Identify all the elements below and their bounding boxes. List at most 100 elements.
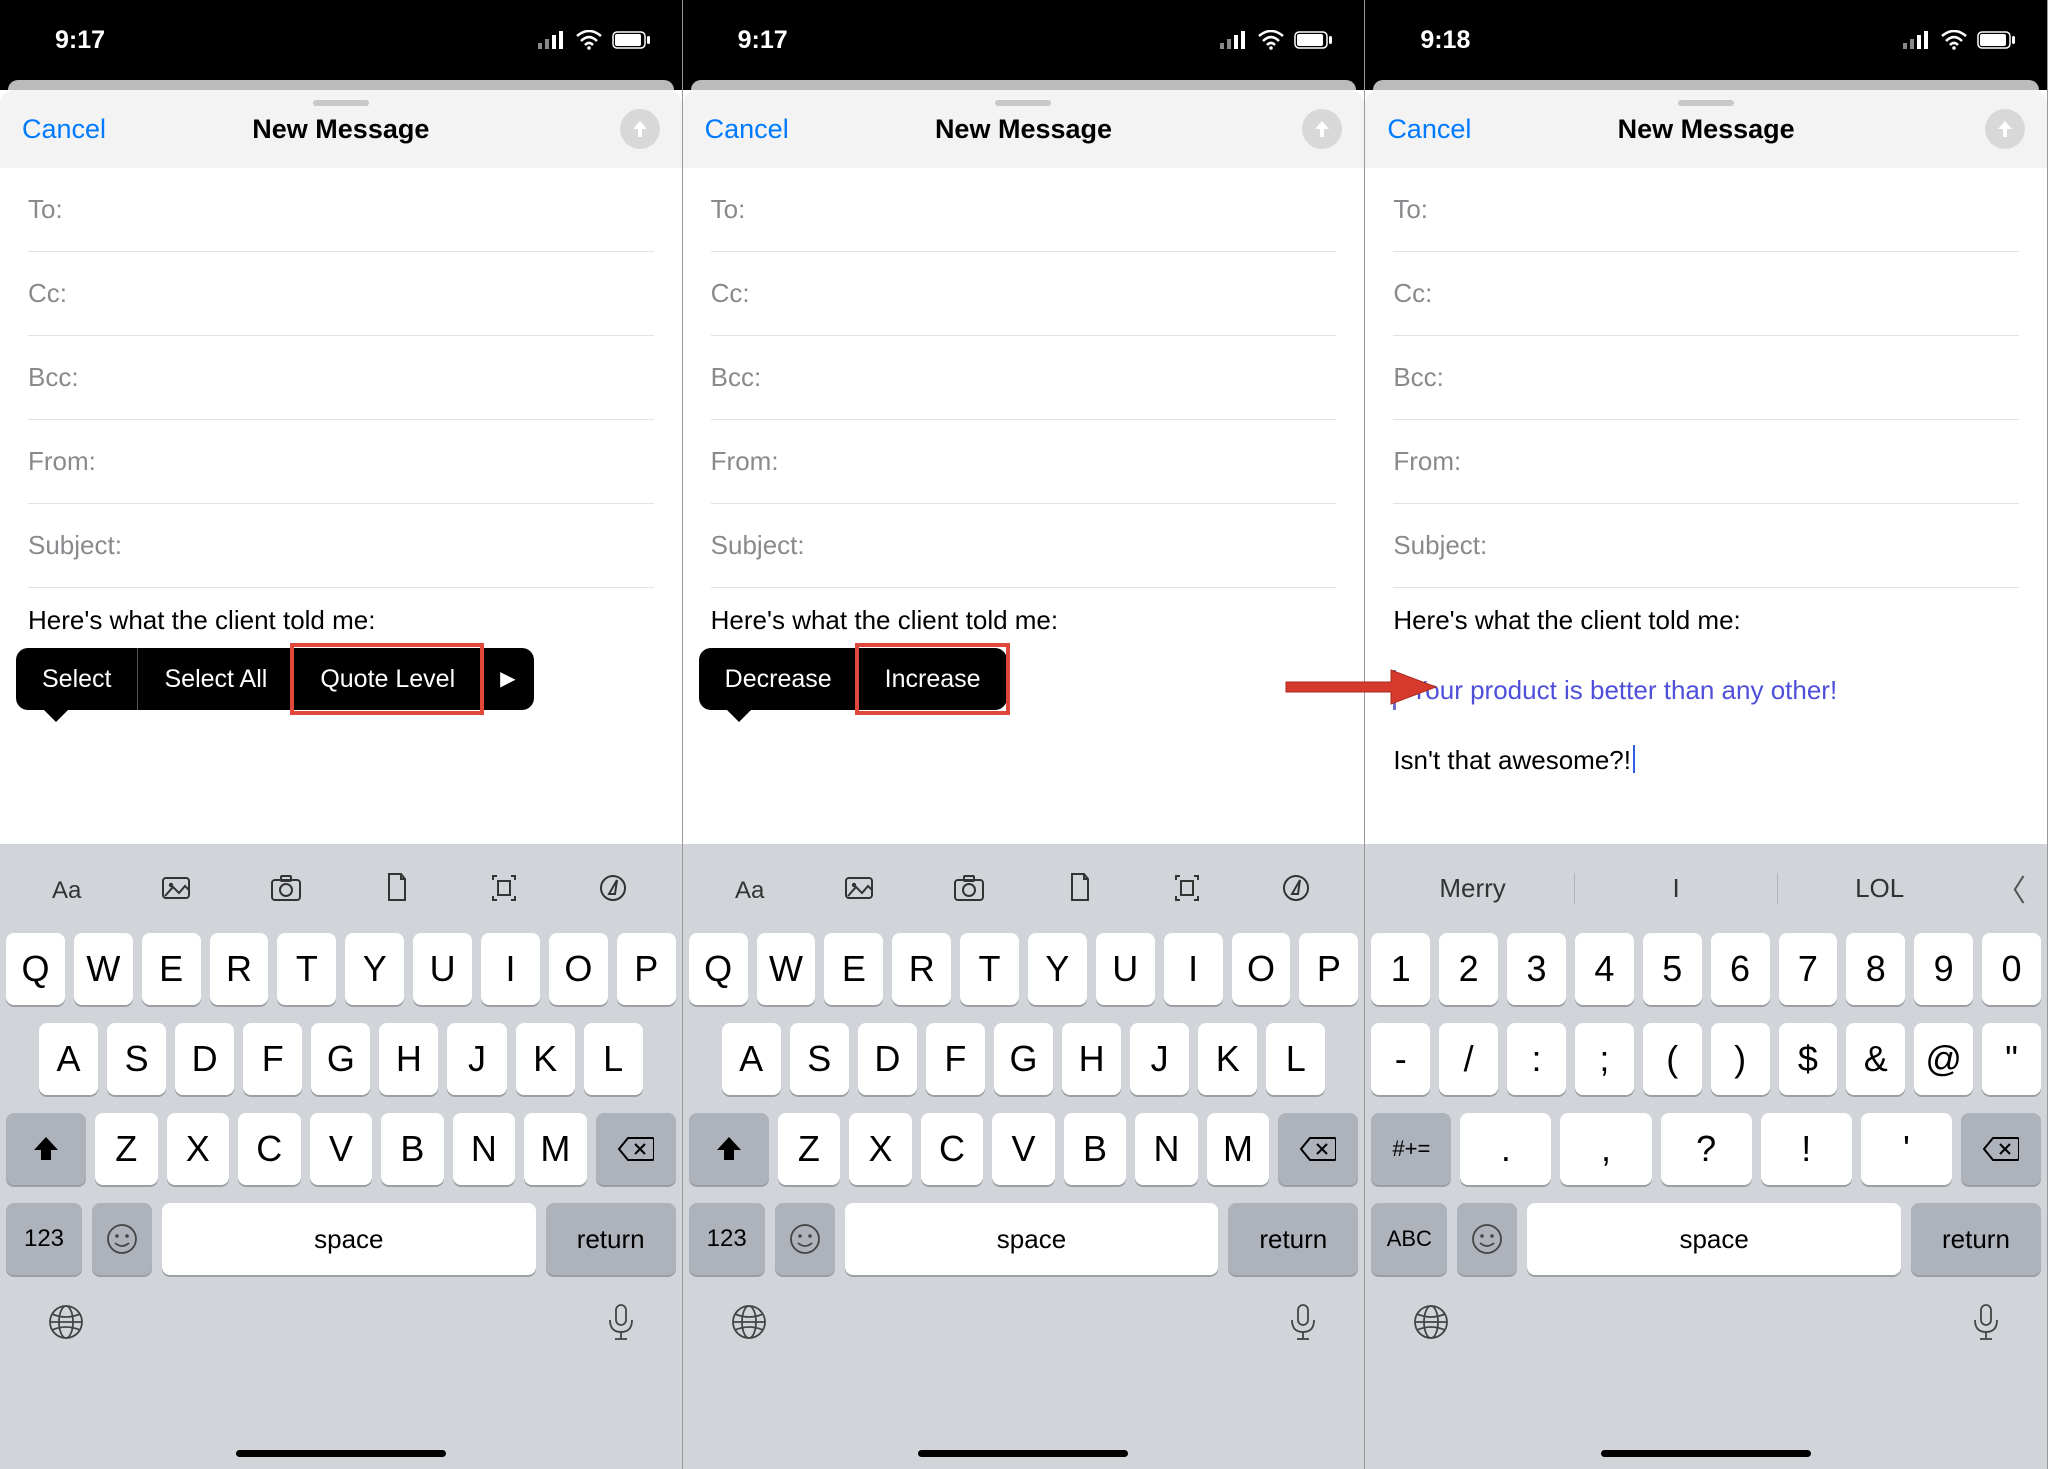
popup-item-decrease[interactable]: Decrease xyxy=(699,648,858,710)
to-field[interactable]: To: xyxy=(28,168,654,252)
key-9[interactable]: 9 xyxy=(1914,933,1973,1005)
body-text-line[interactable]: Here's what the client told me: xyxy=(711,600,1337,640)
shift-key[interactable] xyxy=(689,1113,769,1185)
key-Q[interactable]: Q xyxy=(689,933,748,1005)
popup-item-increase[interactable]: Increase xyxy=(858,648,1007,710)
key-D[interactable]: D xyxy=(175,1023,234,1095)
key-O[interactable]: O xyxy=(1232,933,1291,1005)
from-field[interactable]: From: xyxy=(1393,420,2019,504)
return-key[interactable]: return xyxy=(1911,1203,2041,1275)
key-N[interactable]: N xyxy=(1135,1113,1198,1185)
globe-icon[interactable] xyxy=(46,1302,86,1342)
sheet-grabber-icon[interactable] xyxy=(313,100,369,106)
chevron-left-icon[interactable]: 〈 xyxy=(1981,866,2041,910)
cancel-button[interactable]: Cancel xyxy=(22,114,106,145)
key-&[interactable]: & xyxy=(1846,1023,1905,1095)
key-:[interactable]: : xyxy=(1507,1023,1566,1095)
numeric-switch-key[interactable]: 123 xyxy=(689,1203,765,1275)
quote-content[interactable]: Your product is better than any other! xyxy=(1410,675,1837,705)
key-L[interactable]: L xyxy=(1266,1023,1325,1095)
scan-document-icon[interactable] xyxy=(479,863,529,913)
key-U[interactable]: U xyxy=(1096,933,1155,1005)
key-quote[interactable]: " xyxy=(1982,1023,2041,1095)
key-8[interactable]: 8 xyxy=(1846,933,1905,1005)
key-4[interactable]: 4 xyxy=(1575,933,1634,1005)
suggestion-LOL[interactable]: LOL xyxy=(1777,873,1981,904)
popup-more-icon[interactable]: ▶ xyxy=(481,659,533,699)
key-W[interactable]: W xyxy=(74,933,133,1005)
key-D[interactable]: D xyxy=(858,1023,917,1095)
key-C[interactable]: C xyxy=(921,1113,984,1185)
body-text-line[interactable]: Isn't that awesome?! xyxy=(1393,740,2019,780)
key-J[interactable]: J xyxy=(447,1023,506,1095)
emoji-key[interactable] xyxy=(92,1203,152,1275)
key-Y[interactable]: Y xyxy=(345,933,404,1005)
key-V[interactable]: V xyxy=(992,1113,1055,1185)
key-.[interactable]: . xyxy=(1460,1113,1551,1185)
key-Q[interactable]: Q xyxy=(6,933,65,1005)
key-C[interactable]: C xyxy=(238,1113,301,1185)
emoji-key[interactable] xyxy=(775,1203,835,1275)
key-([interactable]: ( xyxy=(1643,1023,1702,1095)
message-body[interactable]: Here's what the client told me: DecreaseI… xyxy=(683,588,1365,844)
key-S[interactable]: S xyxy=(790,1023,849,1095)
key-0[interactable]: 0 xyxy=(1982,933,2041,1005)
home-indicator[interactable] xyxy=(918,1450,1128,1457)
backspace-key[interactable] xyxy=(1278,1113,1358,1185)
key-A[interactable]: A xyxy=(722,1023,781,1095)
key-7[interactable]: 7 xyxy=(1779,933,1838,1005)
from-field[interactable]: From: xyxy=(711,420,1337,504)
alpha-switch-key[interactable]: ABC xyxy=(1371,1203,1447,1275)
space-key[interactable]: space xyxy=(1527,1203,1901,1275)
photo-library-icon[interactable] xyxy=(152,863,202,913)
subject-field[interactable]: Subject: xyxy=(1393,504,2019,588)
to-field[interactable]: To: xyxy=(711,168,1337,252)
mic-icon[interactable] xyxy=(1971,1302,2001,1342)
key-T[interactable]: T xyxy=(277,933,336,1005)
scan-document-icon[interactable] xyxy=(1162,863,1212,913)
key-'[interactable]: ' xyxy=(1861,1113,1952,1185)
key-S[interactable]: S xyxy=(107,1023,166,1095)
key-@[interactable]: @ xyxy=(1914,1023,1973,1095)
key-6[interactable]: 6 xyxy=(1711,933,1770,1005)
key-,[interactable]: , xyxy=(1560,1113,1651,1185)
key-O[interactable]: O xyxy=(549,933,608,1005)
markup-icon[interactable] xyxy=(1271,863,1321,913)
key-1[interactable]: 1 xyxy=(1371,933,1430,1005)
from-field[interactable]: From: xyxy=(28,420,654,504)
key-I[interactable]: I xyxy=(481,933,540,1005)
key-K[interactable]: K xyxy=(1198,1023,1257,1095)
key-M[interactable]: M xyxy=(1207,1113,1270,1185)
sheet-grabber-icon[interactable] xyxy=(995,100,1051,106)
key-R[interactable]: R xyxy=(892,933,951,1005)
key-M[interactable]: M xyxy=(524,1113,587,1185)
emoji-key[interactable] xyxy=(1457,1203,1517,1275)
key-H[interactable]: H xyxy=(1062,1023,1121,1095)
key-E[interactable]: E xyxy=(824,933,883,1005)
key-T[interactable]: T xyxy=(960,933,1019,1005)
key-![interactable]: ! xyxy=(1761,1113,1852,1185)
key-;[interactable]: ; xyxy=(1575,1023,1634,1095)
key-B[interactable]: B xyxy=(1064,1113,1127,1185)
key-Z[interactable]: Z xyxy=(95,1113,158,1185)
key-F[interactable]: F xyxy=(243,1023,302,1095)
sheet-grabber-icon[interactable] xyxy=(1678,100,1734,106)
key-E[interactable]: E xyxy=(142,933,201,1005)
camera-icon[interactable] xyxy=(261,863,311,913)
attach-file-icon[interactable] xyxy=(370,863,420,913)
key-/[interactable]: / xyxy=(1439,1023,1498,1095)
message-body[interactable]: Here's what the client told me:Your prod… xyxy=(1365,588,2047,844)
key-B[interactable]: B xyxy=(381,1113,444,1185)
key-X[interactable]: X xyxy=(167,1113,230,1185)
bcc-field[interactable]: Bcc: xyxy=(1393,336,2019,420)
send-button[interactable] xyxy=(1985,109,2025,149)
to-field[interactable]: To: xyxy=(1393,168,2019,252)
format-text-icon[interactable]: Aa xyxy=(43,863,93,913)
home-indicator[interactable] xyxy=(1601,1450,1811,1457)
key-X[interactable]: X xyxy=(849,1113,912,1185)
key-2[interactable]: 2 xyxy=(1439,933,1498,1005)
popup-item-select-all[interactable]: Select All xyxy=(137,648,293,710)
cancel-button[interactable]: Cancel xyxy=(1387,114,1471,145)
cc-field[interactable]: Cc: xyxy=(711,252,1337,336)
subject-field[interactable]: Subject: xyxy=(711,504,1337,588)
